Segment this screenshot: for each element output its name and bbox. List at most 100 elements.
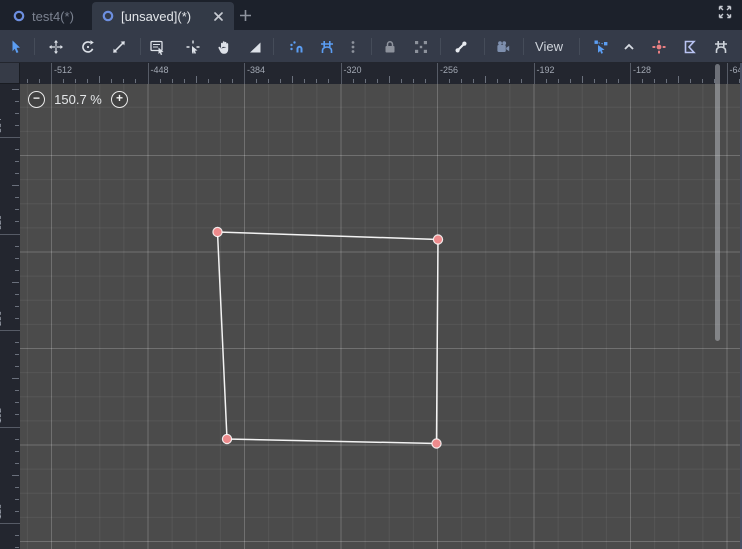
toolbar-separator bbox=[579, 38, 580, 55]
ruler-tick bbox=[388, 76, 390, 83]
zoom-level-label[interactable]: 150.7 % bbox=[45, 92, 111, 107]
polygon-point-handle[interactable] bbox=[431, 438, 442, 449]
ruler-tick bbox=[111, 79, 113, 83]
ruler-tick bbox=[364, 79, 366, 83]
ruler-tick bbox=[15, 438, 19, 440]
expand-icon[interactable] bbox=[716, 3, 734, 21]
ruler-tick bbox=[12, 88, 19, 90]
ruler-tick bbox=[617, 79, 619, 83]
ruler-tick bbox=[569, 79, 571, 83]
canvas-toolbar: View bbox=[0, 30, 742, 63]
toolbar-separator bbox=[371, 38, 372, 55]
snap-settings-icon[interactable] bbox=[708, 33, 734, 60]
ruler-tick bbox=[15, 450, 19, 452]
ruler-tick bbox=[352, 79, 354, 83]
ruler-tick bbox=[581, 76, 583, 83]
ruler-tick bbox=[485, 76, 487, 83]
ruler-tick bbox=[15, 161, 19, 163]
ruler-tick bbox=[15, 547, 19, 549]
ruler-tick bbox=[509, 79, 511, 83]
tab-label: test4(*) bbox=[32, 8, 74, 24]
polygon-point-handle[interactable] bbox=[221, 433, 233, 445]
ruler-tick bbox=[666, 79, 668, 83]
ruler-tick bbox=[231, 79, 233, 83]
ruler-tool-button[interactable] bbox=[242, 33, 268, 60]
ruler-tick bbox=[461, 79, 463, 83]
snap-options-menu-icon[interactable] bbox=[340, 33, 366, 60]
scene-circle-icon bbox=[102, 10, 114, 22]
toolbar-separator bbox=[440, 38, 441, 55]
ruler-label: -128 bbox=[0, 503, 3, 522]
scale-tool-button[interactable] bbox=[106, 33, 132, 60]
ruler-tick bbox=[304, 79, 306, 83]
ruler-tick bbox=[123, 79, 125, 83]
ruler-tick bbox=[15, 402, 19, 404]
ruler-tick bbox=[533, 63, 535, 84]
toolbar-separator bbox=[273, 38, 274, 55]
ruler-tick bbox=[15, 354, 19, 356]
top-ruler[interactable]: -512 -448 -384 -320 -256 -192 -128 -64 bbox=[20, 63, 742, 84]
override-camera-icon[interactable] bbox=[490, 33, 516, 60]
scene-tab-test4[interactable]: test4(*) bbox=[3, 2, 91, 30]
rotate-tool-button[interactable] bbox=[75, 33, 101, 60]
group-node-button[interactable] bbox=[408, 33, 434, 60]
add-scene-tab-icon[interactable] bbox=[238, 8, 253, 23]
ruler-tick bbox=[256, 79, 258, 83]
smart-snap-toggle-button[interactable] bbox=[283, 33, 309, 60]
pan-tool-button[interactable] bbox=[211, 33, 237, 60]
ruler-tick bbox=[0, 233, 20, 235]
ruler-label: -256 bbox=[0, 310, 3, 329]
zoom-in-button[interactable]: + bbox=[111, 90, 128, 108]
polygon-point-handle[interactable] bbox=[212, 226, 223, 238]
edit-points-tool-button[interactable] bbox=[588, 33, 614, 60]
left-ruler[interactable]: -384 -320 -256 -192 -128 bbox=[0, 84, 20, 549]
pivot-tool-button[interactable] bbox=[180, 33, 206, 60]
select-tool-button[interactable] bbox=[3, 33, 29, 60]
ruler-tick bbox=[280, 79, 282, 83]
toolbar-separator bbox=[140, 38, 141, 55]
ruler-tick bbox=[15, 462, 19, 464]
ruler-label: -448 bbox=[150, 65, 169, 75]
scene-tab-bar: test4(*) [unsaved](*) bbox=[0, 0, 742, 30]
toolbar-separator bbox=[34, 38, 35, 55]
polygon-outline bbox=[216, 231, 439, 445]
lock-node-button[interactable] bbox=[377, 33, 403, 60]
ruler-tick bbox=[15, 342, 19, 344]
list-select-tool-button[interactable] bbox=[144, 33, 170, 60]
ruler-tick bbox=[15, 390, 19, 392]
close-icon[interactable] bbox=[213, 11, 224, 22]
ruler-tick bbox=[171, 79, 173, 83]
vertical-scrollbar-thumb[interactable] bbox=[715, 64, 720, 341]
scene-tab-unsaved[interactable]: [unsaved](*) bbox=[92, 2, 234, 30]
ruler-tick bbox=[15, 498, 19, 500]
collapse-menu-icon[interactable] bbox=[616, 33, 642, 60]
ruler-tick bbox=[690, 79, 692, 83]
ruler-tick bbox=[15, 112, 19, 114]
ruler-tick bbox=[87, 79, 89, 83]
ruler-tick bbox=[15, 245, 19, 247]
polygon-node-icon[interactable] bbox=[677, 33, 703, 60]
ruler-tick bbox=[244, 63, 245, 84]
ruler-tick bbox=[642, 79, 644, 83]
move-tool-button[interactable] bbox=[43, 33, 69, 60]
ruler-tick bbox=[15, 257, 19, 259]
polygon-point-handle[interactable] bbox=[432, 234, 444, 245]
zoom-out-button[interactable]: − bbox=[28, 90, 45, 108]
ruler-tick bbox=[159, 79, 161, 83]
view-menu-button[interactable]: View bbox=[527, 34, 571, 59]
grid-snap-toggle-button[interactable] bbox=[314, 33, 340, 60]
canvas-viewport[interactable]: − 150.7 % + bbox=[20, 84, 742, 549]
position-marker-icon[interactable] bbox=[646, 33, 672, 60]
ruler-tick bbox=[328, 79, 330, 83]
ruler-tick bbox=[207, 79, 209, 83]
ruler-tick bbox=[15, 366, 19, 368]
ruler-tick bbox=[15, 305, 19, 307]
ruler-label: -512 bbox=[54, 65, 73, 75]
ruler-tick bbox=[15, 149, 19, 151]
ruler-tick bbox=[63, 79, 65, 83]
ruler-label: -384 bbox=[247, 65, 266, 75]
ruler-tick bbox=[605, 79, 607, 83]
ruler-tick bbox=[545, 79, 547, 83]
ruler-corner bbox=[0, 63, 20, 84]
skeleton-options-icon[interactable] bbox=[448, 33, 474, 60]
